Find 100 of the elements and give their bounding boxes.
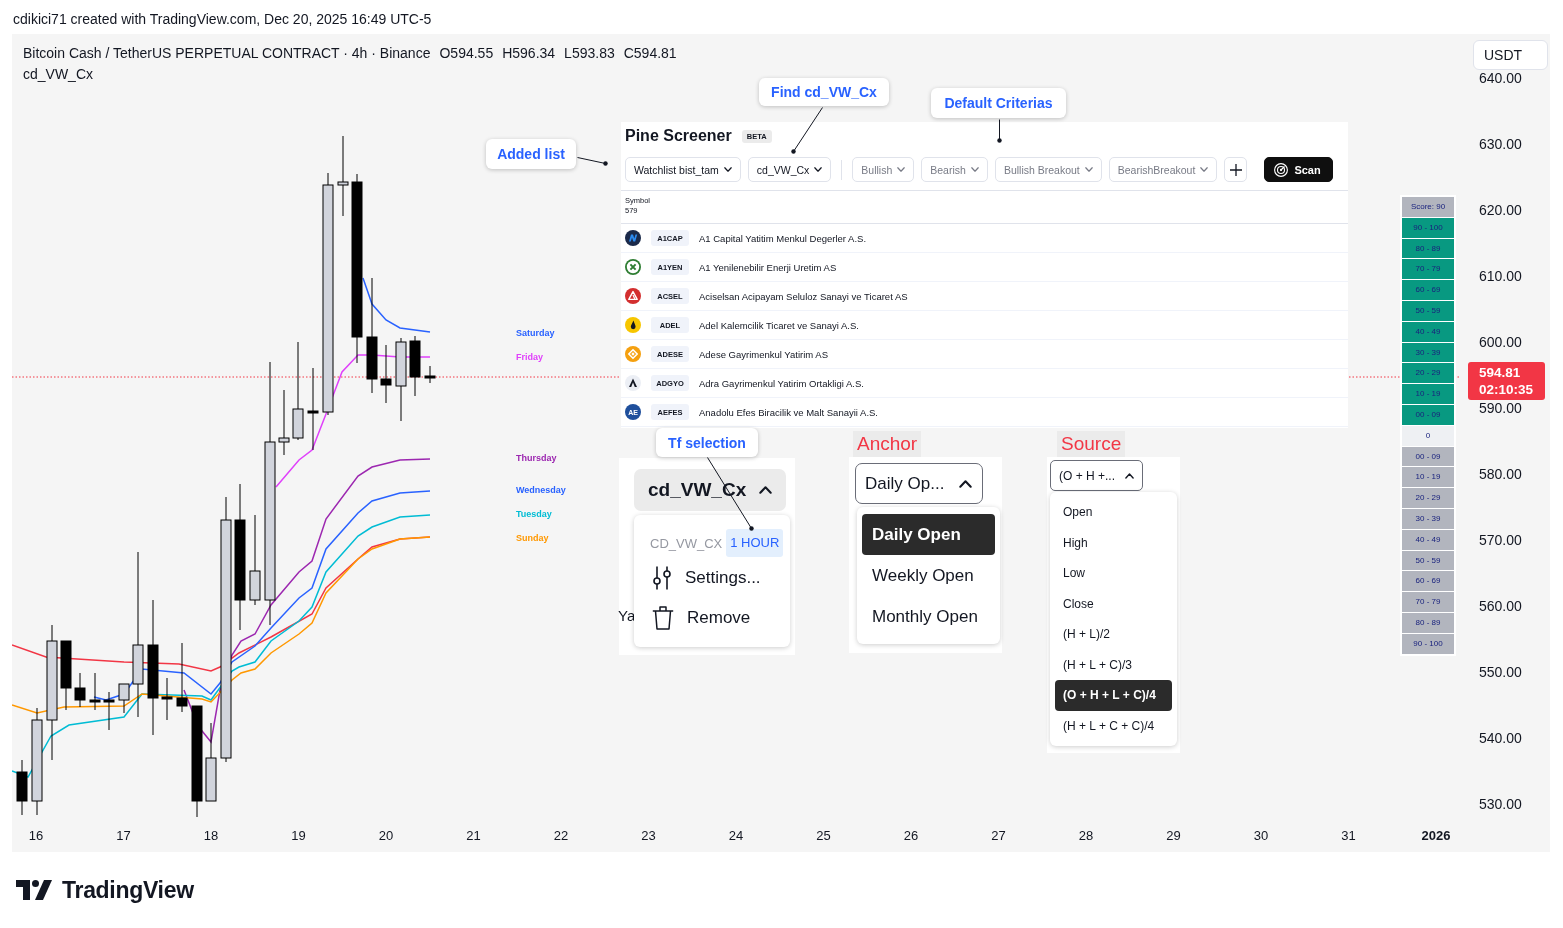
- price-axis-label: 540.00: [1479, 730, 1522, 746]
- price-axis-label: 550.00: [1479, 664, 1522, 680]
- score-range: 30 - 39: [1402, 342, 1454, 363]
- time-axis-label: 19: [290, 828, 307, 844]
- caret-down-icon: [814, 167, 823, 172]
- time-axis-label: 24: [727, 828, 745, 844]
- ohlc-value: L593.83: [564, 44, 615, 63]
- score-range: 80 - 89: [1402, 238, 1454, 259]
- menu-option[interactable]: Open: [1055, 497, 1172, 528]
- caret-down-icon: [970, 167, 979, 172]
- score-title: Score: 90: [1402, 197, 1454, 217]
- add-button[interactable]: [1224, 157, 1248, 182]
- score-range: 0: [1402, 425, 1454, 446]
- indicator-name: cd_VW_Cx: [23, 65, 94, 84]
- score-range: 00 - 09: [1402, 404, 1454, 425]
- countdown-timer: 02:10:35: [1479, 381, 1534, 398]
- annotation-label: Added list: [486, 139, 576, 169]
- series-label: Sunday: [516, 532, 549, 544]
- caret-up-icon: [959, 479, 972, 488]
- menu-option[interactable]: (H + L + C)/3: [1055, 649, 1172, 680]
- score-range: 90 - 100: [1402, 217, 1454, 238]
- score-range: 40 - 49: [1402, 529, 1454, 550]
- time-axis-label: 29: [1165, 828, 1182, 844]
- annotation-label: Default Criterias: [931, 88, 1066, 118]
- score-range: 60 - 69: [1402, 571, 1454, 592]
- series-label: Thursday: [516, 452, 557, 464]
- ohlc-value: C594.81: [623, 44, 677, 63]
- caret-up-icon: [759, 486, 772, 494]
- company-name: Anadolu Efes Biracilik ve Malt Sanayii A.S.: [699, 406, 878, 418]
- selector-dropdown[interactable]: cd_VW_Cx: [747, 157, 832, 182]
- time-axis-label: 27: [990, 828, 1007, 844]
- score-range: 00 - 09: [1402, 446, 1454, 467]
- score-range: 70 - 79: [1402, 259, 1454, 280]
- menu-option[interactable]: Close: [1055, 588, 1172, 619]
- price-axis-label: 610.00: [1479, 268, 1522, 284]
- scan-button[interactable]: Scan: [1264, 157, 1333, 182]
- menu-option[interactable]: Daily Open: [862, 514, 995, 555]
- select-field[interactable]: Daily Op...: [855, 463, 983, 504]
- price-axis-label: 590.00: [1479, 400, 1522, 416]
- ohlc-value: H596.34: [502, 44, 556, 63]
- time-axis-label: 17: [115, 828, 132, 844]
- menu-item[interactable]: Settings...: [634, 559, 790, 597]
- currency-button[interactable]: USDT: [1473, 40, 1548, 70]
- price-axis-label: 570.00: [1479, 532, 1522, 548]
- price-axis-label: 640.00: [1479, 70, 1522, 86]
- time-axis-label: 31: [1340, 828, 1357, 844]
- annotation-label: Find cd_VW_Cx: [759, 78, 889, 106]
- series-label: Wednesday: [516, 484, 566, 496]
- score-range: 30 - 39: [1402, 508, 1454, 529]
- company-name: Adel Kalemcilik Ticaret ve Sanayi A.S.: [699, 319, 859, 331]
- score-range: 20 - 29: [1402, 488, 1454, 508]
- timeframe-tag: 1 HOUR: [726, 529, 784, 557]
- score-range: 10 - 19: [1402, 384, 1454, 404]
- caret-down-icon: [1084, 167, 1093, 172]
- brand-name: TradingView: [62, 878, 194, 902]
- score-range: 40 - 49: [1402, 321, 1454, 342]
- price-axis-label: 560.00: [1479, 598, 1522, 614]
- annotation-label: Tf selection: [656, 428, 758, 457]
- menu-option[interactable]: Monthly Open: [862, 596, 995, 637]
- score-range: 90 - 100: [1402, 633, 1454, 654]
- section-heading: Anchor: [853, 431, 922, 457]
- time-axis-label: 28: [1077, 828, 1095, 844]
- menu-option[interactable]: High: [1055, 527, 1172, 558]
- logo-mark-icon: [15, 880, 53, 900]
- target-icon: [1274, 162, 1289, 177]
- caret-down-icon: [723, 167, 732, 172]
- menu-option[interactable]: Weekly Open: [862, 555, 995, 596]
- series-label: Tuesday: [516, 508, 552, 520]
- score-range: 10 - 19: [1402, 467, 1454, 488]
- selector-dropdown[interactable]: Watchlist bist_tam: [625, 157, 741, 182]
- series-label: Friday: [516, 351, 543, 363]
- time-axis-label: 22: [552, 828, 570, 844]
- company-name: Adese Gayrimenkul Yatirim AS: [699, 348, 828, 360]
- score-range: 60 - 69: [1402, 280, 1454, 300]
- section-heading: Source: [1057, 431, 1126, 457]
- series-label: Saturday: [516, 327, 555, 339]
- price-axis-label: 580.00: [1479, 466, 1522, 482]
- time-axis-label: 30: [1252, 828, 1270, 844]
- score-range: 80 - 89: [1402, 612, 1454, 633]
- select-field[interactable]: (O + H +...: [1050, 460, 1143, 491]
- sliders-icon: [652, 566, 672, 590]
- time-axis-label: 23: [640, 828, 657, 844]
- menu-option[interactable]: (O + H + L + C)/4: [1055, 680, 1172, 711]
- panel-title: Pine Screener: [625, 127, 732, 145]
- plus-icon: [1229, 163, 1242, 176]
- caret-up-icon: [1125, 472, 1134, 479]
- menu-item[interactable]: Remove: [634, 599, 790, 637]
- menu-option[interactable]: Low: [1055, 558, 1172, 589]
- partial-text: Ya: [618, 606, 636, 626]
- menu-option[interactable]: (H + L + C + C)/4: [1055, 710, 1172, 741]
- score-range: 50 - 59: [1402, 550, 1454, 571]
- time-axis-label: 16: [27, 828, 45, 844]
- price-axis-label: 620.00: [1479, 202, 1522, 218]
- time-axis-label: 25: [815, 828, 832, 844]
- company-name: A1 Yenilenebilir Enerji Uretim AS: [699, 261, 837, 273]
- menu-option[interactable]: (H + L)/2: [1055, 619, 1172, 650]
- time-axis-label: 26: [902, 828, 920, 844]
- caret-down-icon: [897, 167, 906, 172]
- score-range: 20 - 29: [1402, 363, 1454, 384]
- last-price: 594.81: [1479, 364, 1521, 381]
